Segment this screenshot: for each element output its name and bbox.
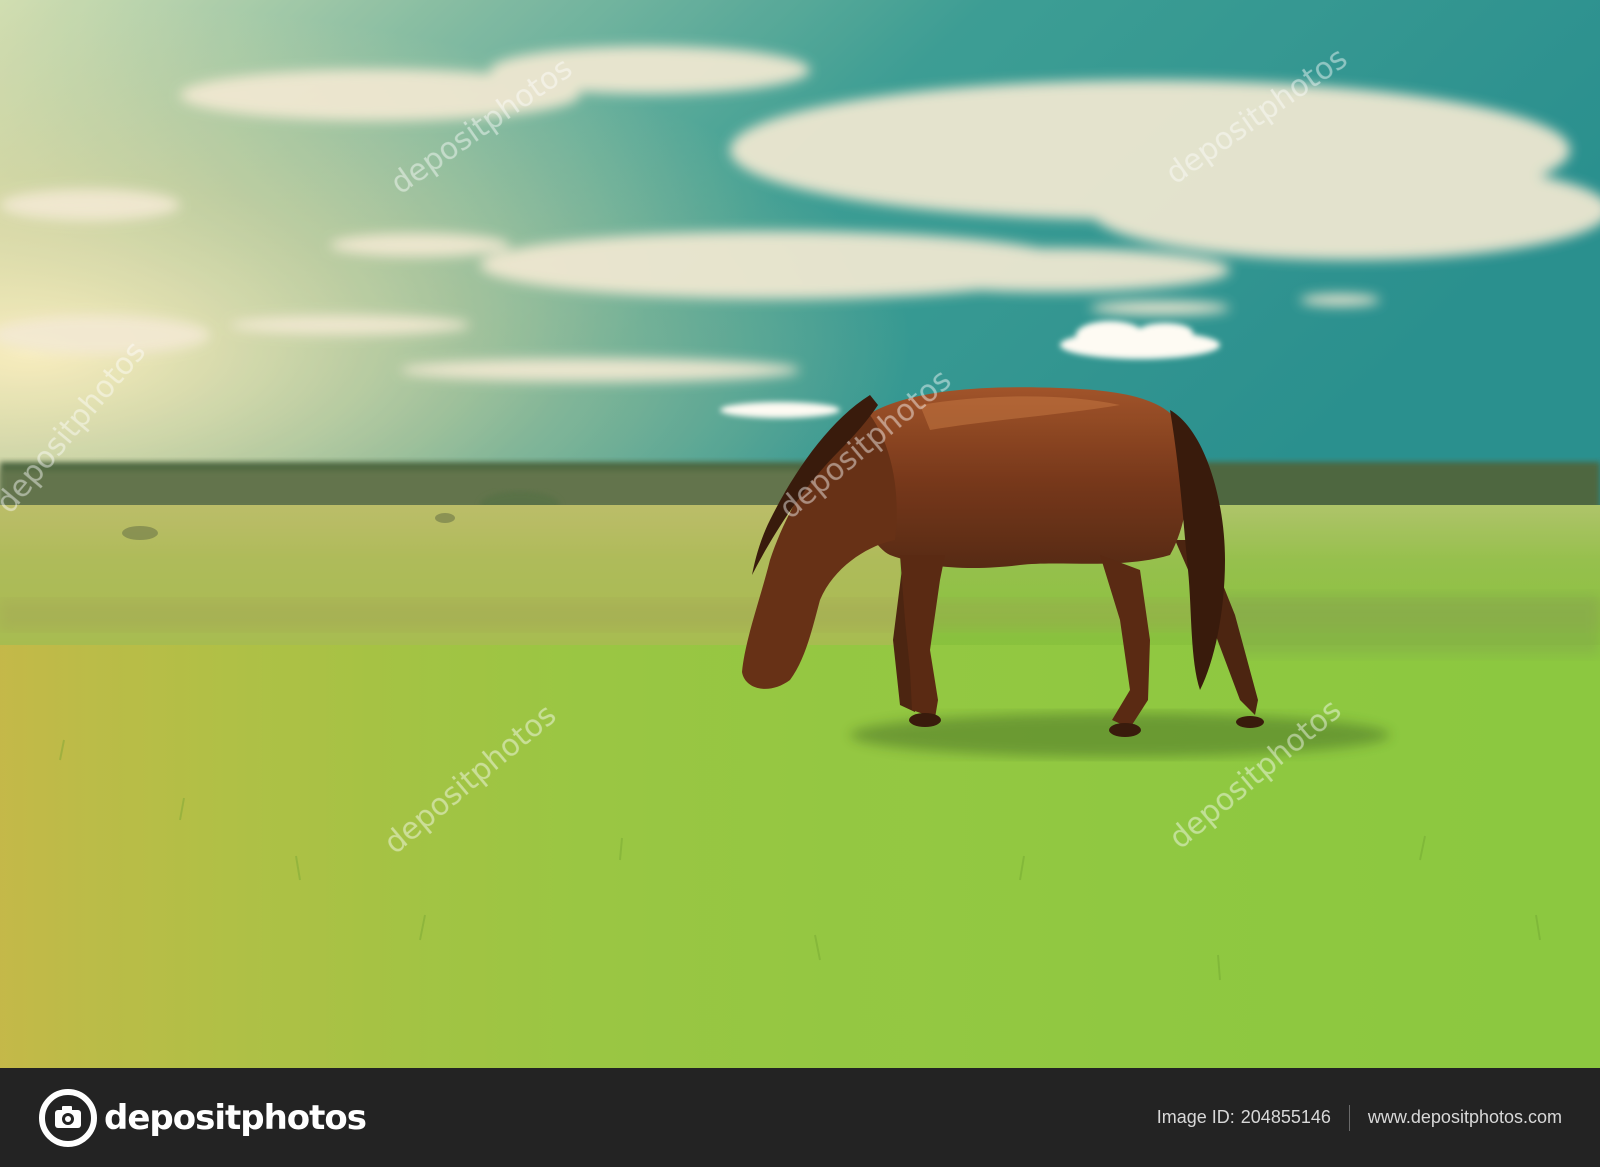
footer-bar: depositphotos Image ID: 204855146 www.de… [0, 1068, 1600, 1167]
camera-icon [39, 1088, 97, 1147]
website-link[interactable]: www.depositphotos.com [1368, 1107, 1562, 1128]
brand-logo[interactable]: depositphotos [38, 1088, 367, 1148]
stock-photo: depositphotos depositphotos depositphoto… [0, 0, 1600, 1068]
image-id-value: 204855146 [1240, 1107, 1331, 1127]
image-id-label: Image ID: [1156, 1107, 1235, 1127]
footer-info: Image ID: 204855146 www.depositphotos.co… [1157, 1104, 1562, 1131]
brand-name: depositphotos [104, 1097, 367, 1138]
footer-divider [1348, 1104, 1350, 1131]
image-id: Image ID: 204855146 [1157, 1107, 1331, 1128]
photo-scene: depositphotos depositphotos depositphoto… [0, 0, 1600, 1068]
